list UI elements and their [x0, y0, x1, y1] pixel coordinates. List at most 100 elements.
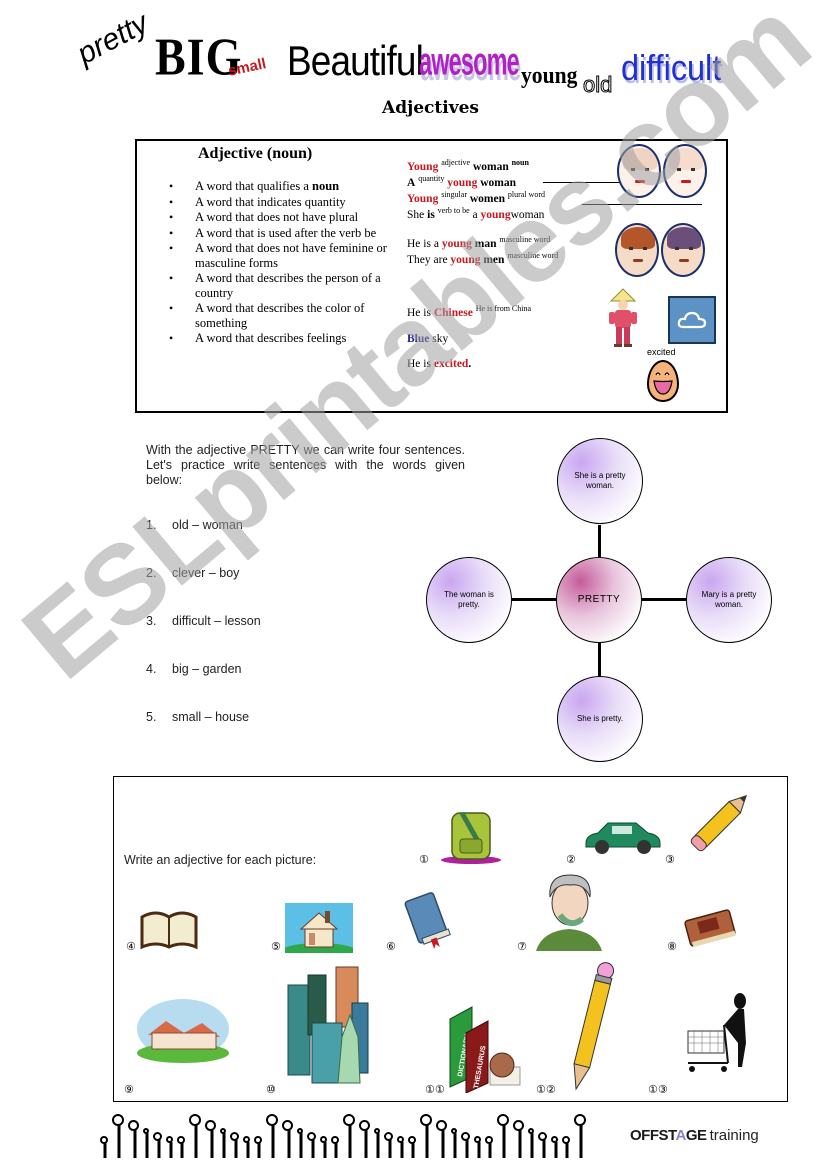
- picture-number: ⑤: [271, 940, 281, 953]
- key-icon: [562, 1136, 572, 1158]
- key-icon: [189, 1114, 203, 1158]
- key-icon: [282, 1120, 295, 1158]
- key-icon: [474, 1136, 483, 1158]
- example-quantity: A quantity young woman: [407, 174, 516, 189]
- chinese-boy-icon: [609, 288, 637, 347]
- footer: OFFSTAGE training: [100, 1110, 790, 1158]
- picture-number: ①②: [536, 1083, 556, 1096]
- key-icon: [538, 1132, 549, 1158]
- key-icon: [497, 1114, 511, 1158]
- key-icon: [266, 1114, 280, 1158]
- key-icon: [143, 1128, 151, 1158]
- picture-exercise-box: Write an adjective for each picture: ① ②…: [113, 776, 788, 1102]
- key-icon: [397, 1136, 406, 1158]
- definition-item: A word that describes the color of somet…: [165, 301, 405, 330]
- key-icon: [384, 1132, 395, 1158]
- woman-face-icon: [663, 144, 707, 198]
- connector-line: [512, 598, 557, 601]
- definition-box: Adjective (noun) A word that qualifies a…: [135, 139, 728, 413]
- definition-item: A word that describes the person of a co…: [165, 271, 405, 300]
- long-pencil-icon: [573, 962, 615, 1091]
- mind-map: She is a pretty woman. The woman is pret…: [420, 438, 790, 770]
- example-young-men: They are young men masculine word: [407, 251, 559, 266]
- keys-border: [100, 1110, 620, 1158]
- definition-item: A word that does not have plural: [165, 210, 405, 225]
- key-icon: [574, 1114, 588, 1158]
- example-blue-sky: Blue sky: [407, 333, 449, 345]
- wordart-old: old: [582, 72, 613, 97]
- example-young-woman: Young adjective woman noun: [407, 158, 529, 173]
- definition-item: A word that does not have feminine or ma…: [165, 241, 405, 270]
- key-icon: [153, 1132, 164, 1158]
- sky-cloud-icon: [668, 296, 716, 344]
- wordart-awesome: awesome: [419, 40, 520, 84]
- excited-face-icon: [647, 360, 679, 402]
- connector-line: [642, 598, 687, 601]
- definition-list: A word that qualifies a noun A word that…: [165, 179, 405, 347]
- definition-item: A word that describes feelings: [165, 331, 405, 346]
- connector-line: [598, 525, 601, 561]
- key-icon: [343, 1114, 357, 1158]
- key-icon: [436, 1120, 449, 1158]
- key-icon: [112, 1114, 126, 1158]
- example-plural: Young singular women plural word: [407, 190, 545, 205]
- key-icon: [320, 1136, 329, 1158]
- bubble-left: The woman is pretty.: [426, 557, 512, 643]
- picture-number: ②: [566, 853, 576, 866]
- connector-line: [582, 204, 702, 205]
- excited-label: excited: [647, 347, 676, 357]
- key-icon: [243, 1136, 252, 1158]
- picture-number: ⑦: [517, 940, 527, 953]
- header-wordart: pretty BIG small Beautiful awesome young…: [72, 7, 735, 97]
- picture-number: ⑥: [386, 940, 396, 953]
- wordart-beautiful: Beautiful: [287, 37, 424, 84]
- definition-item: A word that qualifies a noun: [165, 179, 405, 194]
- picture-instruction: Write an adjective for each picture:: [124, 853, 317, 867]
- key-icon: [205, 1120, 218, 1158]
- key-icon: [220, 1128, 228, 1158]
- big-house-icon: [137, 999, 229, 1063]
- wordart-difficult: difficult: [621, 47, 722, 88]
- practice-item: 2. clever – boy: [146, 566, 240, 580]
- woman-face-icon: [617, 144, 661, 198]
- key-icon: [297, 1128, 305, 1158]
- picture-number: ⑧: [667, 940, 677, 953]
- practice-intro: With the adjective PRETTY we can write f…: [146, 443, 465, 487]
- key-icon: [230, 1132, 241, 1158]
- bubble-right: Mary is a pretty woman.: [686, 557, 772, 643]
- old-man-phone-icon: [536, 874, 602, 951]
- page-title: Adjectives: [382, 98, 479, 118]
- wordart-young: young: [521, 63, 578, 89]
- wordart-pretty: pretty: [71, 6, 154, 71]
- picture-number: ①③: [648, 1083, 668, 1096]
- example-verb-be: She is verb to be a youngwoman: [407, 206, 545, 221]
- backpack-icon: [441, 811, 501, 864]
- key-icon: [420, 1114, 434, 1158]
- picture-number: ④: [126, 940, 136, 953]
- man-face-icon: [661, 223, 705, 277]
- open-book-icon: [140, 911, 198, 950]
- closed-book-icon: [404, 892, 451, 949]
- cloud-icon: [677, 311, 707, 329]
- example-excited: He is excited.: [407, 358, 472, 370]
- house-icon: [285, 903, 353, 953]
- dictionary-books-icon: DICTIONARY THESAURUS: [449, 1006, 521, 1093]
- picture-number: ⑩: [266, 1083, 276, 1096]
- key-icon: [166, 1136, 175, 1158]
- offstage-training-logo: OFFSTAGE training: [630, 1127, 759, 1144]
- key-icon: [551, 1136, 560, 1158]
- bubble-center: PRETTY: [556, 557, 642, 643]
- practice-item: 5. small – house: [146, 710, 250, 724]
- key-icon: [128, 1120, 141, 1158]
- example-chinese: He is Chinese He is from China: [407, 304, 532, 319]
- bubble-bottom: She is pretty.: [557, 676, 643, 762]
- man-face-icon: [615, 223, 659, 277]
- key-icon: [254, 1136, 264, 1158]
- practice-item: 1. old – woman: [146, 518, 243, 532]
- practice-item: 4. big – garden: [146, 662, 242, 676]
- practice-item: 3. difficult – lesson: [146, 614, 261, 628]
- key-icon: [408, 1136, 418, 1158]
- picture-number: ①①: [425, 1083, 445, 1096]
- old-book-icon: [684, 909, 736, 947]
- key-icon: [307, 1132, 318, 1158]
